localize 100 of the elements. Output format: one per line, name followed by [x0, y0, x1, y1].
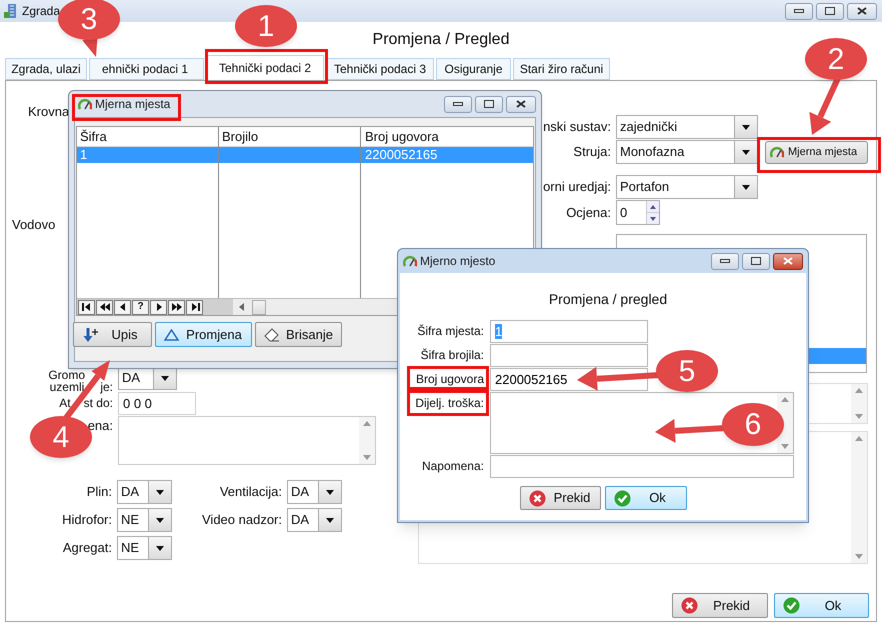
field-label: Plin:	[86, 483, 112, 502]
tab[interactable]: ehnički podaci 1	[89, 58, 204, 80]
add-button[interactable]: Upis	[73, 322, 152, 347]
maximize-button[interactable]	[475, 96, 503, 112]
field-label: Šifra mjesta:	[417, 324, 484, 338]
arrow-down-plus-icon	[82, 326, 100, 342]
combo-box[interactable]: Portafon	[616, 175, 758, 199]
help-nav-button[interactable]: ?	[132, 300, 149, 314]
maximize-button[interactable]	[816, 2, 844, 20]
field-label: nski sustav:	[543, 118, 611, 136]
maximize-icon	[751, 257, 761, 265]
gauge-icon	[770, 146, 784, 158]
column-header[interactable]: Broj ugovora	[362, 127, 533, 146]
field-label: Ocjena:	[566, 204, 611, 222]
combo-box[interactable]: zajednički	[616, 115, 758, 139]
maximize-icon	[484, 100, 494, 108]
cancel-button[interactable]: Prekid	[672, 593, 768, 618]
field-label: st do:	[84, 395, 113, 412]
combo-box[interactable]: Monofazna	[616, 140, 758, 164]
cancel-icon	[681, 597, 698, 614]
input-field[interactable]	[490, 344, 648, 367]
meter-points-button[interactable]: Mjerna mjesta	[765, 140, 868, 164]
edit-button[interactable]: Promjena	[155, 322, 252, 347]
scroll-up-icon	[855, 388, 863, 393]
field-label: orni uredjaj:	[543, 178, 611, 196]
field-label: Šifra brojila:	[420, 348, 484, 362]
select-field[interactable]: DA	[117, 480, 172, 504]
tab[interactable]: Osiguranje	[436, 58, 511, 80]
building-icon	[4, 3, 18, 19]
input-field[interactable]: 0 0 0	[118, 392, 196, 414]
field-label: Napomena:	[422, 459, 484, 473]
scrollbar[interactable]	[851, 384, 867, 423]
scrollbar[interactable]	[359, 417, 375, 464]
nav-button[interactable]	[96, 300, 113, 314]
column-header[interactable]: Šifra	[77, 127, 218, 146]
window-title: Zgrada	[22, 3, 60, 20]
spinner-field[interactable]: 0	[616, 200, 660, 225]
scroll-up-icon	[781, 397, 789, 402]
field-label: Gromo	[48, 369, 85, 381]
field-label: Vodovo	[12, 216, 56, 231]
field-label: Agregat:	[62, 539, 112, 558]
scroll-down-icon	[855, 414, 863, 419]
minimize-icon	[453, 102, 463, 106]
form-heading: Promjena / Pregled	[372, 30, 510, 50]
scroll-down-icon	[781, 444, 789, 449]
dialog-heading: Promjena / pregled	[548, 290, 668, 309]
nav-button[interactable]	[114, 300, 131, 314]
select-field[interactable]: NE	[117, 536, 172, 560]
select-field[interactable]: DA	[287, 508, 342, 532]
minimize-button[interactable]	[785, 2, 813, 20]
close-button[interactable]	[847, 2, 877, 20]
nav-button[interactable]	[186, 300, 203, 314]
close-icon	[783, 257, 793, 265]
first-record-icon	[80, 301, 92, 313]
ok-button[interactable]: Ok	[774, 593, 869, 618]
close-icon	[857, 7, 867, 15]
scroll-down-icon	[855, 554, 863, 559]
scroll-up-icon	[855, 436, 863, 441]
table-cell-text: 2200052165	[364, 147, 438, 163]
column-header[interactable]: Brojilo	[219, 127, 361, 146]
minimize-button[interactable]	[711, 252, 739, 270]
tab[interactable]: Tehnički podaci 3	[326, 58, 434, 80]
input-field[interactable]	[490, 455, 794, 478]
tab[interactable]: Zgrada, ulazi	[5, 58, 87, 80]
spin-down-icon[interactable]	[650, 216, 656, 220]
cancel-button[interactable]: Prekid	[520, 486, 601, 510]
minimize-button[interactable]	[444, 96, 472, 112]
nav-button[interactable]	[150, 300, 167, 314]
tab[interactable]: Stari žiro računi	[513, 58, 610, 80]
ok-button[interactable]: Ok	[605, 486, 687, 510]
nav-button[interactable]	[168, 300, 185, 314]
scroll-down-icon	[363, 455, 371, 460]
minimize-icon	[720, 259, 730, 263]
delete-button[interactable]: Brisanje	[255, 322, 342, 347]
field-label: Ventilacija:	[220, 483, 282, 502]
scroll-left-icon	[239, 303, 244, 311]
scroll-up-icon	[363, 421, 371, 426]
nav-button[interactable]	[78, 300, 95, 314]
field-label: Broj ugovora	[416, 372, 484, 386]
field-label: Hidrofor:	[62, 511, 112, 530]
field-label: ena:	[88, 417, 113, 435]
gauge-icon	[403, 254, 417, 268]
dialog-title: Mjerno mjesto	[420, 253, 496, 270]
scroll-thumb[interactable]	[252, 300, 266, 314]
close-icon	[516, 100, 526, 108]
select-field[interactable]: DA	[287, 480, 342, 504]
field-label: Krovna	[28, 103, 70, 118]
cancel-icon	[529, 490, 546, 506]
tab[interactable]: Tehnički podaci 2	[206, 55, 324, 80]
field-label: je:	[100, 381, 113, 393]
close-button[interactable]	[773, 252, 803, 270]
maximize-icon	[825, 7, 835, 15]
maximize-button[interactable]	[742, 252, 770, 270]
check-icon	[783, 597, 800, 614]
close-button[interactable]	[506, 96, 536, 112]
gauge-icon	[78, 98, 92, 110]
spin-up-icon[interactable]	[650, 204, 656, 208]
fast-forward-icon	[170, 301, 182, 313]
select-field[interactable]: NE	[117, 508, 172, 532]
scrollbar[interactable]	[851, 432, 867, 563]
